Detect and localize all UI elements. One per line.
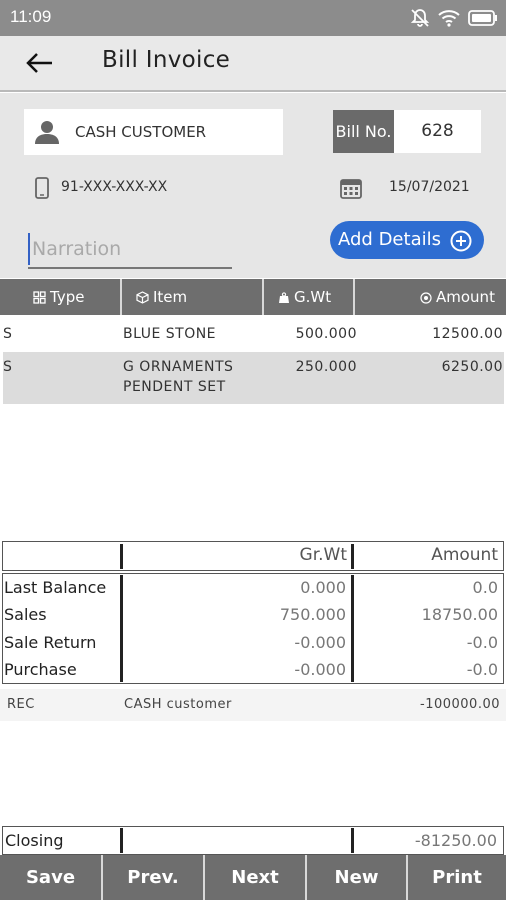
row-amount: 12500.00	[432, 326, 503, 342]
narration-input[interactable]	[28, 233, 232, 265]
row-amount: 6250.00	[441, 359, 503, 375]
summary-amount: -0.0	[466, 660, 498, 679]
table-row[interactable]: S G ORNAMENTS PENDENT SET 250.000 6250.0…	[3, 352, 504, 404]
customer-selector[interactable]: CASH CUSTOMER	[24, 109, 283, 155]
row-item-line2: PENDENT SET	[123, 379, 226, 395]
add-circle-icon	[450, 230, 472, 252]
status-time: 11:09	[10, 7, 52, 26]
summary-divider	[120, 575, 123, 682]
column-divider	[353, 279, 355, 315]
add-details-label: Add Details	[338, 229, 441, 250]
row-item: BLUE STONE	[123, 326, 217, 342]
person-icon	[35, 121, 59, 144]
summary-label: Sales	[4, 605, 47, 624]
narration-field	[28, 233, 232, 269]
receipt-type: REC	[7, 697, 35, 712]
receipt-name: CASH customer	[124, 697, 232, 712]
closing-row: Closing -81250.00	[2, 826, 504, 855]
weight-icon	[279, 292, 289, 303]
wifi-icon	[438, 10, 460, 27]
action-bar: Save Prev. Next New Print	[0, 855, 506, 900]
row-item: G ORNAMENTS	[123, 359, 234, 375]
summary-grwt: 0.000	[300, 578, 346, 597]
summary-amount: 18750.00	[421, 605, 498, 624]
row-gwt: 250.000	[295, 359, 357, 375]
summary-grwt: -0.000	[294, 660, 346, 679]
phone-icon	[35, 177, 49, 199]
summary-col-grwt: Gr.Wt	[299, 545, 347, 565]
page-title: Bill Invoice	[102, 47, 231, 73]
column-divider	[120, 279, 122, 315]
save-button[interactable]: Save	[0, 855, 101, 900]
column-item: Item	[136, 279, 188, 315]
summary-grwt: 750.000	[279, 605, 346, 624]
receipt-row[interactable]: REC CASH customer -100000.00	[0, 689, 506, 721]
back-button[interactable]	[24, 50, 54, 76]
add-details-button[interactable]: Add Details	[330, 221, 484, 259]
summary-label: Sale Return	[4, 633, 97, 652]
summary-header	[2, 541, 504, 571]
summary-divider	[120, 544, 123, 569]
summary-amount: -0.0	[466, 633, 498, 652]
battery-icon	[468, 10, 497, 26]
next-button[interactable]: Next	[205, 855, 305, 900]
table-row[interactable]: S BLUE STONE 500.000 12500.00	[3, 316, 504, 350]
summary-grwt: -0.000	[294, 633, 346, 652]
customer-name: CASH CUSTOMER	[75, 123, 207, 141]
column-divider	[262, 279, 264, 315]
row-type: S	[3, 326, 13, 342]
summary-label: Last Balance	[4, 578, 107, 597]
status-bar: 11:09	[0, 0, 506, 36]
notifications-off-icon	[410, 9, 430, 27]
row-type: S	[3, 359, 13, 375]
closing-label: Closing	[5, 831, 64, 850]
new-button[interactable]: New	[307, 855, 406, 900]
receipt-amount: -100000.00	[420, 697, 500, 712]
summary-divider	[351, 544, 354, 569]
coin-icon	[420, 292, 432, 304]
closing-amount: -81250.00	[414, 831, 497, 850]
status-icons	[410, 7, 498, 29]
print-button[interactable]: Print	[408, 855, 506, 900]
bill-no-value[interactable]: 628	[394, 110, 481, 153]
bill-no-label: Bill No.	[333, 110, 394, 153]
calendar-icon[interactable]	[340, 177, 362, 199]
column-type: Type	[33, 279, 85, 315]
prev-button[interactable]: Prev.	[103, 855, 203, 900]
closing-divider	[120, 828, 123, 853]
items-table-header: Type Item G.Wt Amount	[0, 279, 506, 315]
column-gwt: G.Wt	[278, 279, 332, 315]
summary-amount: 0.0	[472, 578, 498, 597]
summary-label: Purchase	[4, 660, 77, 679]
invoice-date[interactable]: 15/07/2021	[389, 179, 470, 195]
summary-divider	[351, 575, 354, 682]
closing-divider	[351, 828, 354, 853]
customer-phone: 91-XXX-XXX-XX	[61, 179, 168, 195]
row-gwt: 500.000	[295, 326, 357, 342]
grid-icon	[33, 291, 46, 304]
app-bar: Bill Invoice	[0, 36, 506, 92]
invoice-header: CASH CUSTOMER Bill No. 628 91-XXX-XXX-XX…	[0, 93, 506, 278]
column-amount: Amount	[420, 279, 495, 315]
arrow-back-icon	[26, 53, 52, 73]
summary-col-amount: Amount	[431, 545, 498, 565]
cube-icon	[136, 291, 149, 304]
